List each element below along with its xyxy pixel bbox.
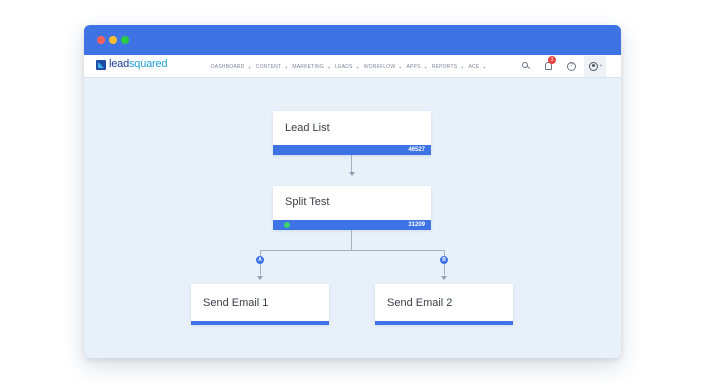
- arrow-down-icon: [349, 172, 355, 176]
- menu-item-workflow[interactable]: WORKFLOW ▼: [364, 64, 407, 70]
- logo-mark-icon: [96, 60, 106, 70]
- menu-item-apps[interactable]: APPS ▼: [406, 64, 431, 70]
- lead-count: 31209: [408, 222, 425, 228]
- user-menu[interactable]: ▼: [584, 56, 606, 77]
- connector-line: [351, 155, 352, 172]
- app-window: leadsquared DASHBOARD ▼ CONTENT ▼ MARKETIN…: [84, 25, 621, 358]
- chevron-down-icon: ▼: [326, 64, 332, 70]
- split-test-node[interactable]: Split Test 31209: [273, 186, 431, 230]
- chevron-down-icon: ▼: [247, 64, 252, 70]
- node-title: Split Test: [285, 196, 330, 208]
- user-icon: [589, 62, 598, 71]
- chevron-down-icon: ▼: [599, 63, 603, 68]
- menu-item-ace[interactable]: ACE ▼: [468, 64, 490, 70]
- chevron-down-icon: ▼: [355, 64, 360, 70]
- chevron-down-icon: ▼: [482, 64, 487, 70]
- branch-a-badge: A: [256, 256, 264, 264]
- lead-count: 46527: [408, 147, 425, 153]
- menu-item-reports[interactable]: REPORTS ▼: [432, 64, 469, 70]
- arrow-down-icon: [257, 276, 263, 280]
- node-count-bar: 31209: [273, 220, 431, 230]
- branch-b-badge: B: [440, 256, 448, 264]
- send-email-2-node[interactable]: Send Email 2: [375, 284, 513, 325]
- window-maximize-button[interactable]: [121, 36, 129, 44]
- node-count-bar: 46527: [273, 145, 431, 155]
- menu-item-leads[interactable]: LEADS ▼: [335, 64, 364, 70]
- chevron-down-icon: ▼: [460, 64, 465, 70]
- window-titlebar: [84, 25, 621, 55]
- notification-badge: 3: [548, 56, 556, 64]
- top-navbar: leadsquared DASHBOARD ▼ CONTENT ▼ MARKETIN…: [84, 55, 621, 78]
- send-email-1-node[interactable]: Send Email 1: [191, 284, 329, 325]
- status-active-dot: [284, 222, 290, 228]
- logo-wordmark: leadsquared: [109, 58, 168, 70]
- node-title: Send Email 2: [387, 297, 453, 309]
- chevron-down-icon: ▼: [423, 64, 428, 70]
- lead-list-node[interactable]: Lead List 46527: [273, 111, 431, 155]
- node-title: Lead List: [285, 122, 330, 134]
- menu-item-marketing[interactable]: MARKETING ▼: [292, 64, 335, 70]
- connector-line: [260, 250, 445, 251]
- node-bar: [375, 321, 513, 325]
- chevron-down-icon: ▼: [398, 64, 403, 70]
- node-title: Send Email 1: [203, 297, 269, 309]
- window-minimize-button[interactable]: [109, 36, 117, 44]
- search-icon[interactable]: [520, 60, 532, 72]
- menu-item-dashboard[interactable]: DASHBOARD ▼: [211, 64, 256, 70]
- menu-item-content[interactable]: CONTENT ▼: [256, 64, 293, 70]
- connector-line: [351, 230, 352, 250]
- window-close-button[interactable]: [97, 36, 105, 44]
- node-bar: [191, 321, 329, 325]
- main-menu: DASHBOARD ▼ CONTENT ▼ MARKETING ▼ LEADS ▼ WO…: [211, 63, 491, 71]
- arrow-down-icon: [441, 276, 447, 280]
- help-icon[interactable]: ?: [567, 62, 576, 71]
- chevron-down-icon: ▼: [284, 64, 289, 70]
